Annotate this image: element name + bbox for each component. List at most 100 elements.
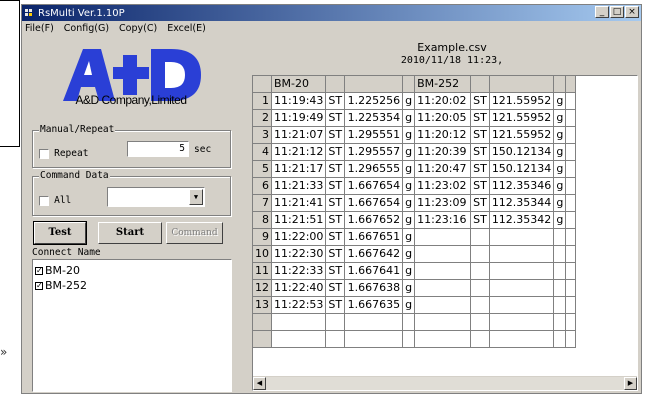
cell-s2[interactable]: ST bbox=[470, 109, 490, 127]
cell-u2[interactable]: g bbox=[553, 109, 567, 127]
cell-v1[interactable]: 1.296555 bbox=[344, 160, 404, 178]
cell-s2[interactable] bbox=[470, 245, 490, 263]
cell-v2[interactable]: 121.55952 bbox=[489, 92, 555, 110]
cell-s2[interactable] bbox=[470, 296, 490, 314]
cell-t2[interactable] bbox=[414, 245, 472, 263]
cell-s2[interactable] bbox=[470, 279, 490, 297]
cell-t1[interactable]: 11:21:51 bbox=[271, 211, 327, 229]
cell-t1[interactable]: 11:22:33 bbox=[271, 262, 327, 280]
cell-s1[interactable]: ST bbox=[325, 245, 346, 263]
cell-v1[interactable]: 1.667654 bbox=[344, 194, 404, 212]
cell-u2[interactable]: g bbox=[553, 194, 567, 212]
cell-s2[interactable]: ST bbox=[470, 211, 490, 229]
check-icon[interactable]: ✓ bbox=[35, 266, 43, 275]
empty-cell[interactable] bbox=[489, 313, 555, 331]
cell-u2[interactable]: g bbox=[553, 177, 567, 195]
cell-t1[interactable]: 11:21:07 bbox=[271, 126, 327, 144]
cell-v1[interactable]: 1.667651 bbox=[344, 228, 404, 246]
cell-t1[interactable]: 11:22:00 bbox=[271, 228, 327, 246]
empty-cell[interactable] bbox=[565, 279, 577, 297]
empty-cell[interactable] bbox=[253, 330, 272, 348]
table-row[interactable]: 12 11:22:40 ST 1.667638 g bbox=[253, 279, 577, 297]
cell-t1[interactable]: 11:22:40 bbox=[271, 279, 327, 297]
table-row[interactable]: 1 11:19:43 ST 1.225256 g 11:20:02 ST 121.55952 g bbox=[253, 92, 577, 110]
minimize-icon[interactable]: _ bbox=[595, 6, 609, 18]
table-row[interactable]: 5 11:21:17 ST 1.296555 g 11:20:47 ST 150.12134 g bbox=[253, 160, 577, 178]
cell-s1[interactable]: ST bbox=[325, 194, 346, 212]
cell-v1[interactable]: 1.295557 bbox=[344, 143, 404, 161]
scroll-left-icon[interactable]: ◀ bbox=[253, 377, 266, 390]
cell-t2[interactable]: 11:20:47 bbox=[414, 160, 472, 178]
cell-s2[interactable] bbox=[470, 262, 490, 280]
empty-cell[interactable] bbox=[344, 330, 404, 348]
cell-u1[interactable]: g bbox=[402, 296, 416, 314]
cell-t2[interactable]: 11:20:12 bbox=[414, 126, 472, 144]
cell-v2[interactable]: 112.35346 bbox=[489, 177, 555, 195]
empty-cell[interactable] bbox=[565, 160, 577, 178]
empty-cell[interactable] bbox=[402, 330, 416, 348]
cell-s1[interactable]: ST bbox=[325, 160, 346, 178]
table-row[interactable]: 11 11:22:33 ST 1.667641 g bbox=[253, 262, 577, 280]
cell-t1[interactable]: 11:19:43 bbox=[271, 92, 327, 110]
repeat-checkbox[interactable] bbox=[39, 148, 49, 159]
empty-cell[interactable] bbox=[565, 126, 577, 144]
row-number[interactable]: 4 bbox=[253, 143, 272, 161]
cell-v2[interactable]: 112.35342 bbox=[489, 211, 555, 229]
start-button[interactable]: Start bbox=[98, 222, 162, 244]
cell-u1[interactable]: g bbox=[402, 109, 416, 127]
repeat-interval-input[interactable]: 5 bbox=[127, 141, 189, 157]
cell-s2[interactable]: ST bbox=[470, 177, 490, 195]
table-row[interactable]: 3 11:21:07 ST 1.295551 g 11:20:12 ST 121.55952 g bbox=[253, 126, 577, 144]
cell-v2[interactable] bbox=[489, 279, 555, 297]
cell-s1[interactable]: ST bbox=[325, 126, 346, 144]
cell-t1[interactable]: 11:22:53 bbox=[271, 296, 327, 314]
cell-v1[interactable]: 1.667635 bbox=[344, 296, 404, 314]
maximize-icon[interactable]: □ bbox=[610, 6, 624, 18]
table-row[interactable]: 13 11:22:53 ST 1.667635 g bbox=[253, 296, 577, 314]
cell-u2[interactable] bbox=[553, 279, 567, 297]
cell-u2[interactable] bbox=[553, 228, 567, 246]
cell-u1[interactable]: g bbox=[402, 177, 416, 195]
cell-s2[interactable]: ST bbox=[470, 126, 490, 144]
row-number[interactable]: 10 bbox=[253, 245, 272, 263]
check-icon[interactable]: ✓ bbox=[35, 281, 43, 290]
cell-u1[interactable]: g bbox=[402, 211, 416, 229]
empty-cell[interactable] bbox=[565, 194, 577, 212]
cell-u2[interactable] bbox=[553, 296, 567, 314]
row-number[interactable]: 3 bbox=[253, 126, 272, 144]
cell-t1[interactable]: 11:22:30 bbox=[271, 245, 327, 263]
cell-u1[interactable]: g bbox=[402, 143, 416, 161]
cell-v1[interactable]: 1.667642 bbox=[344, 245, 404, 263]
row-number[interactable]: 12 bbox=[253, 279, 272, 297]
table-row[interactable]: 8 11:21:51 ST 1.667652 g 11:23:16 ST 112.35342 g bbox=[253, 211, 577, 229]
cell-s2[interactable] bbox=[470, 228, 490, 246]
cell-u1[interactable]: g bbox=[402, 126, 416, 144]
empty-cell[interactable] bbox=[402, 313, 416, 331]
cell-s1[interactable]: ST bbox=[325, 296, 346, 314]
empty-cell[interactable] bbox=[565, 92, 577, 110]
cell-t1[interactable]: 11:21:12 bbox=[271, 143, 327, 161]
cell-t2[interactable]: 11:23:02 bbox=[414, 177, 472, 195]
cell-u1[interactable]: g bbox=[402, 245, 416, 263]
cell-u1[interactable]: g bbox=[402, 228, 416, 246]
empty-cell[interactable] bbox=[414, 313, 472, 331]
table-row[interactable] bbox=[253, 313, 577, 331]
cell-v2[interactable]: 121.55952 bbox=[489, 109, 555, 127]
cell-v2[interactable] bbox=[489, 245, 555, 263]
cell-u1[interactable]: g bbox=[402, 92, 416, 110]
menu-copy[interactable]: Copy(C) bbox=[119, 23, 157, 34]
empty-cell[interactable] bbox=[489, 330, 555, 348]
cell-t1[interactable]: 11:19:49 bbox=[271, 109, 327, 127]
chevron-down-icon[interactable]: ▼ bbox=[189, 189, 203, 205]
row-number[interactable]: 1 bbox=[253, 92, 272, 110]
cell-v1[interactable]: 1.667654 bbox=[344, 177, 404, 195]
cell-t2[interactable]: 11:20:05 bbox=[414, 109, 472, 127]
row-number[interactable]: 2 bbox=[253, 109, 272, 127]
cell-s1[interactable]: ST bbox=[325, 228, 346, 246]
empty-cell[interactable] bbox=[565, 177, 577, 195]
empty-cell[interactable] bbox=[553, 330, 567, 348]
empty-cell[interactable] bbox=[565, 313, 577, 331]
cell-t2[interactable]: 11:20:02 bbox=[414, 92, 472, 110]
data-grid[interactable]: BM-20 BM-252 1 11:19:43 ST 1.225256 g 11:20:0… bbox=[252, 75, 638, 391]
cell-v1[interactable]: 1.225256 bbox=[344, 92, 404, 110]
